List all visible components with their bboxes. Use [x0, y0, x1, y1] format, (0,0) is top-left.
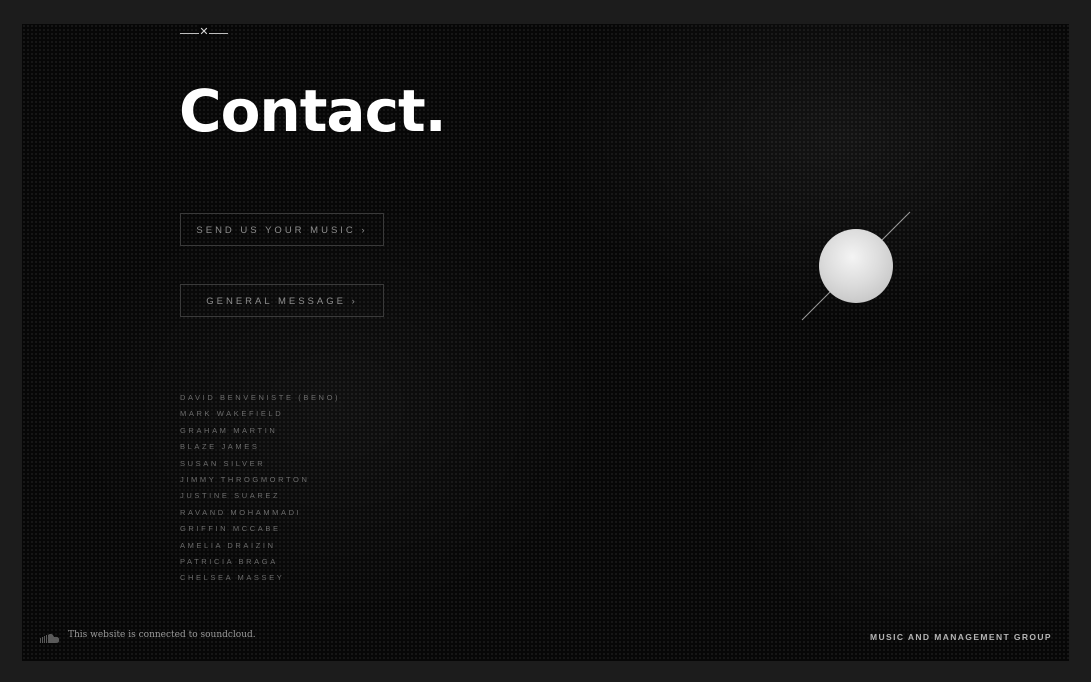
close-icon[interactable]: ✕: [180, 25, 228, 40]
contact-item[interactable]: JIMMY THROGMORTON: [180, 472, 340, 488]
brand-link[interactable]: MUSIC AND MANAGEMENT GROUP: [870, 632, 1052, 642]
footer-note-group: This website is connected to soundcloud.: [40, 630, 256, 643]
footer-note: This website is connected to soundcloud.: [68, 630, 256, 640]
contact-item[interactable]: PATRICIA BRAGA: [180, 554, 340, 570]
orb-sphere: [819, 229, 893, 303]
contact-item[interactable]: DAVID BENVENISTE (BENO): [180, 390, 340, 406]
send-music-button[interactable]: SEND US YOUR MUSIC ›: [180, 213, 384, 246]
contact-item[interactable]: RAVAND MOHAMMADI: [180, 505, 340, 521]
soundcloud-icon: [40, 630, 60, 643]
contact-item[interactable]: JUSTINE SUAREZ: [180, 488, 340, 504]
contact-item[interactable]: GRIFFIN MCCABE: [180, 521, 340, 537]
contact-list: DAVID BENVENISTE (BENO) MARK WAKEFIELD G…: [180, 390, 340, 587]
page-title: Contact.: [179, 77, 447, 145]
contact-item[interactable]: MARK WAKEFIELD: [180, 406, 340, 422]
contact-item[interactable]: BLAZE JAMES: [180, 439, 340, 455]
contact-item[interactable]: AMELIA DRAIZIN: [180, 538, 340, 554]
close-x: ✕: [199, 25, 209, 39]
contact-page: ✕ Contact. SEND US YOUR MUSIC › GENERAL …: [22, 24, 1069, 661]
contact-item[interactable]: SUSAN SILVER: [180, 456, 340, 472]
contact-item[interactable]: CHELSEA MASSEY: [180, 570, 340, 586]
contact-item[interactable]: GRAHAM MARTIN: [180, 423, 340, 439]
general-message-button[interactable]: GENERAL MESSAGE ›: [180, 284, 384, 317]
orb-graphic: [798, 208, 914, 324]
